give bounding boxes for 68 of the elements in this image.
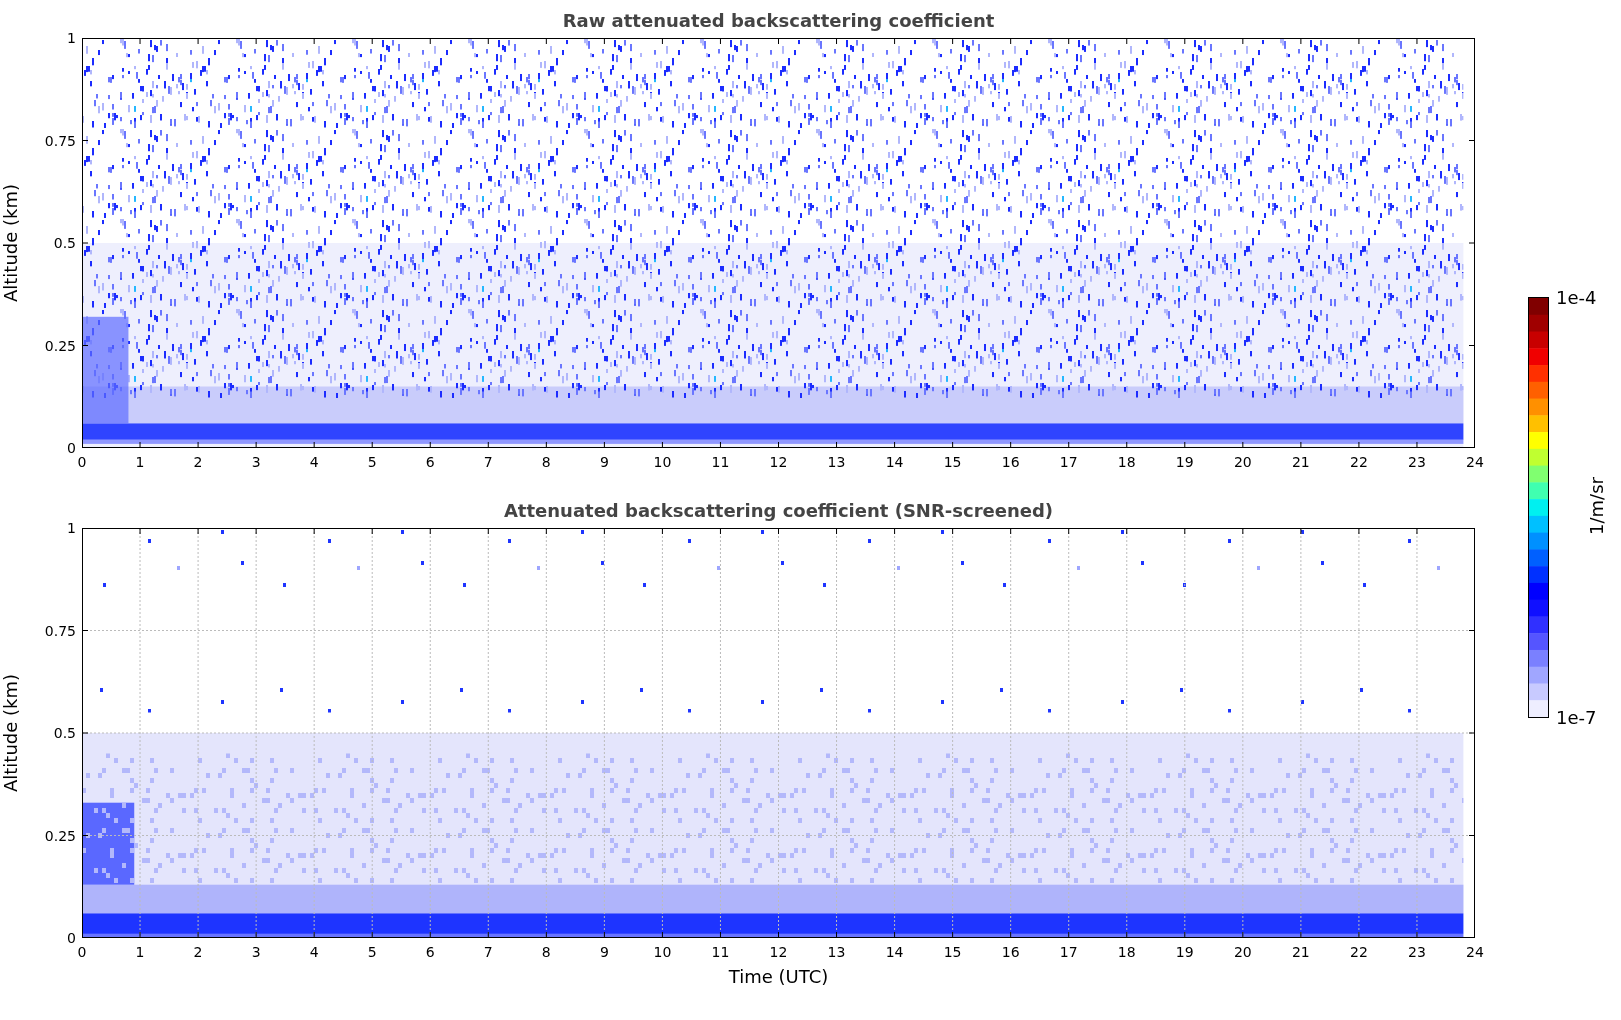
x-tick-label: 14 [885,454,904,470]
x-tick-label: 1 [135,944,145,960]
x-tick-label: 23 [1408,944,1426,960]
plot-title: Attenuated backscattering coefficient (SNR-screened) [502,499,1055,523]
x-tick-label: 12 [769,944,788,960]
x-tick-label: 0 [77,454,87,470]
x-tick-label: 1 [135,454,145,470]
x-tick-label: 12 [769,454,788,470]
y-axis-label: Altitude (km) [0,183,21,303]
y-tick-label: 0.5 [53,235,76,251]
x-tick-label: 13 [827,454,846,470]
x-tick-label: 17 [1059,454,1078,470]
x-tick-label: 10 [653,944,672,960]
x-tick-label: 21 [1291,454,1310,470]
x-tick-label: 14 [885,944,904,960]
y-axis-label: Altitude (km) [0,673,21,793]
x-tick-label: 6 [425,454,435,470]
y-tick-label: 0.25 [44,337,76,354]
y-tick-label: 0.25 [44,827,76,844]
x-tick-label: 13 [827,944,846,960]
plot-title: Raw attenuated backscattering coefficient [561,9,996,33]
colorbar-unit-label: 1/m/sr [1585,477,1607,535]
x-tick-label: 16 [1001,454,1020,470]
x-tick-label: 4 [309,944,319,960]
x-tick-label: 9 [599,454,609,470]
x-tick-label: 19 [1175,454,1194,470]
x-tick-label: 23 [1408,454,1426,470]
x-tick-label: 18 [1117,944,1136,960]
x-tick-label: 22 [1350,944,1368,960]
x-tick-label: 4 [309,454,319,470]
x-tick-label: 7 [483,944,493,960]
x-tick-label: 17 [1059,944,1078,960]
x-tick-label: 24 [1466,944,1484,960]
x-tick-label: 3 [251,454,261,470]
x-axis-label: Time (UTC) [727,966,830,987]
x-tick-label: 20 [1233,944,1252,960]
y-tick-label: 1 [67,30,76,46]
colorbar-min-label: 1e-7 [1556,706,1597,728]
y-tick-label: 0 [67,440,76,456]
x-tick-label: 11 [711,944,730,960]
x-tick-label: 8 [541,944,551,960]
x-tick-label: 24 [1466,454,1484,470]
x-tick-label: 10 [653,454,672,470]
x-tick-label: 6 [425,944,435,960]
y-tick-label: 0.5 [53,725,76,741]
x-tick-label: 11 [711,454,730,470]
x-tick-label: 16 [1001,944,1020,960]
x-tick-label: 5 [367,944,377,960]
x-tick-label: 9 [599,944,609,960]
y-tick-label: 1 [67,520,76,536]
y-tick-label: 0.75 [44,132,76,149]
x-tick-label: 21 [1291,944,1310,960]
x-tick-label: 20 [1233,454,1252,470]
x-tick-label: 15 [943,944,962,960]
x-tick-label: 3 [251,944,261,960]
x-tick-label: 2 [193,944,203,960]
x-tick-label: 18 [1117,454,1136,470]
x-tick-label: 15 [943,454,962,470]
x-tick-label: 22 [1350,454,1368,470]
x-tick-label: 2 [193,454,203,470]
y-tick-label: 0.75 [44,622,76,639]
x-tick-label: 8 [541,454,551,470]
x-tick-label: 0 [77,944,87,960]
x-tick-label: 19 [1175,944,1194,960]
colorbar-max-label: 1e-4 [1556,286,1597,308]
x-tick-label: 7 [483,454,493,470]
y-tick-label: 0 [67,930,76,946]
x-tick-label: 5 [367,454,377,470]
